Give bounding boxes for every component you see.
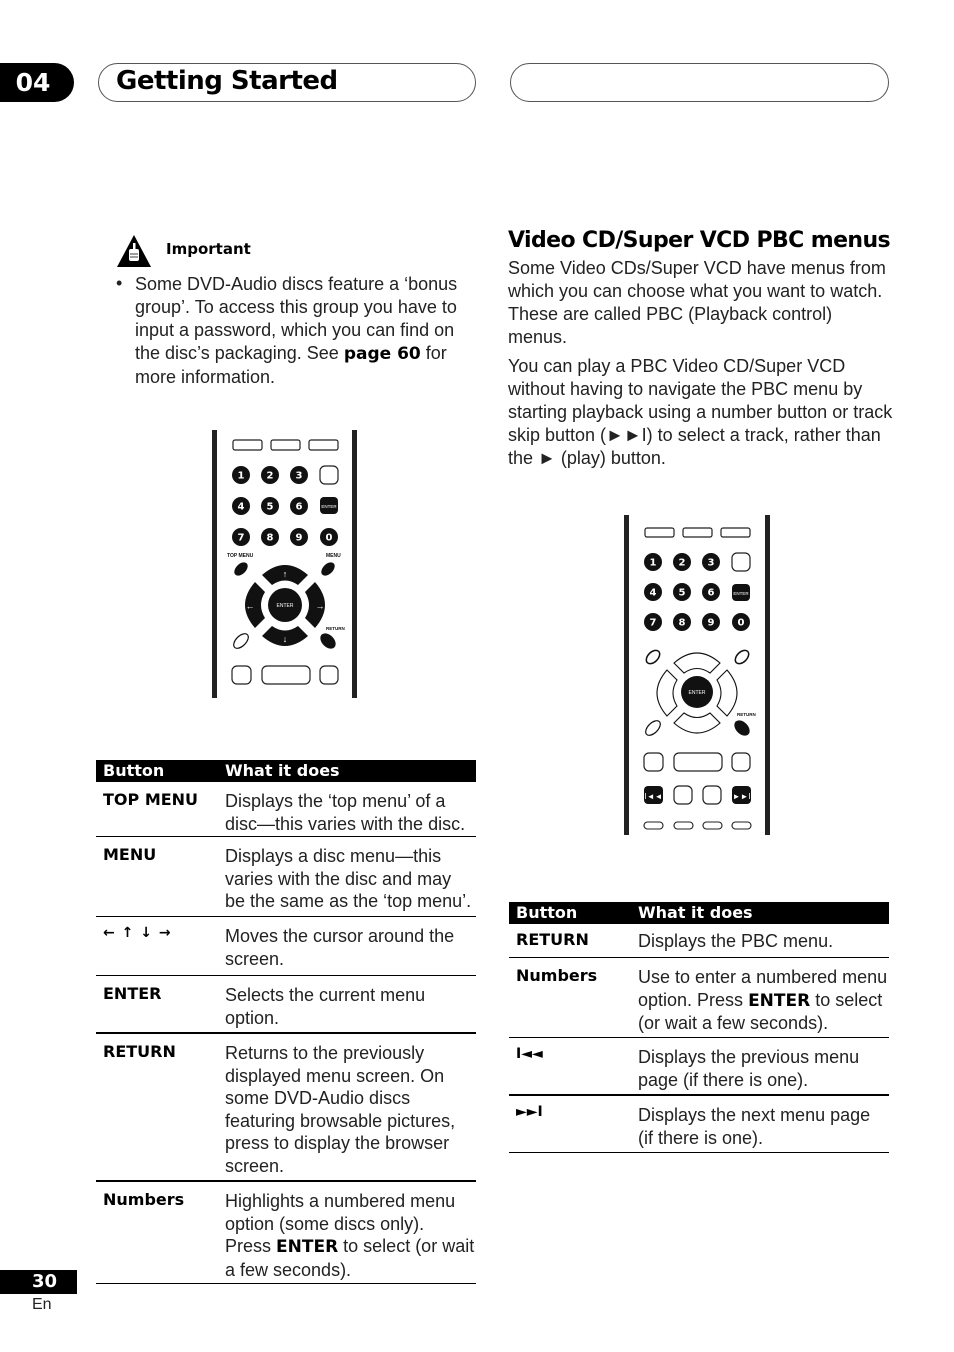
number-key-label: 8 [267, 533, 274, 544]
number-key-label: 3 [296, 471, 303, 482]
row-description: Moves the cursor around the screen. [225, 926, 455, 969]
desc-bold: ENTER [748, 990, 811, 1011]
section-paragraph-2: You can play a PBC Video CD/Super VCD wi… [508, 356, 893, 468]
row-description: Highlights a numbered menu option (some … [225, 1190, 475, 1281]
enter-center-label: ENTER [277, 603, 294, 609]
header-what-it-does: What it does [638, 903, 753, 922]
section-heading: Video CD/Super VCD PBC menus [508, 228, 891, 253]
return-label: RETURN [737, 712, 756, 717]
header-button: Button [103, 761, 165, 780]
left-button-table: Button What it does TOP MENU Displays th… [96, 760, 476, 1285]
chapter-title-pill: Getting Started [98, 63, 476, 102]
bullet-marker: • [116, 273, 123, 293]
svg-text:←: ← [246, 601, 255, 611]
number-key-label: 3 [708, 558, 715, 569]
section-paragraph-1: Some Video CDs/Super VCD have menus from… [508, 258, 886, 347]
enter-center-label: ENTER [689, 690, 706, 696]
row-button: TOP MENU [103, 790, 199, 809]
row-button: MENU [103, 845, 157, 864]
row-description: Use to enter a numbered menu option. Pre… [638, 966, 888, 1035]
remote-top-button [232, 439, 263, 451]
number-key-label: 1 [238, 471, 245, 482]
number-key-label: 2 [267, 471, 274, 482]
svg-text:→: → [316, 601, 325, 611]
menu-key [321, 562, 335, 576]
table-header: Button What it does [96, 760, 476, 782]
header-what-it-does: What it does [225, 761, 340, 780]
number-key-label: 8 [679, 618, 686, 629]
table-row: RETURN Returns to the previously display… [96, 1034, 476, 1182]
table-row: ►►I Displays the next menu page (if ther… [509, 1096, 889, 1153]
number-key-label: 6 [708, 588, 715, 599]
right-button-table: Button What it does RETURN Displays the … [509, 902, 889, 1154]
table-header: Button What it does [509, 902, 889, 924]
number-key-label: 5 [679, 588, 686, 599]
warning-hand-icon [117, 235, 151, 267]
row-description: Displays the previous menu page (if ther… [638, 1047, 860, 1090]
desc-bold: ENTER [276, 1237, 339, 1258]
row-button: ENTER [103, 984, 162, 1003]
table-row: ← ↑ ↓ → Moves the cursor around the scre… [96, 917, 476, 976]
row-description: Displays a disc menu—this varies with th… [225, 846, 472, 912]
remote-top-button [270, 439, 301, 451]
top-menu-label: TOP MENU [227, 553, 254, 559]
enter-small-label: ENTER [733, 591, 749, 596]
table-row: RETURN Displays the PBC menu. [509, 924, 889, 958]
return-key [734, 720, 750, 736]
row-description: Selects the current menu option. [225, 985, 426, 1028]
table-row: Numbers Use to enter a numbered menu opt… [509, 958, 889, 1038]
table-row: TOP MENU Displays the ‘top menu’ of a di… [96, 782, 476, 837]
important-note: Some DVD-Audio discs feature a ‘bonus gr… [135, 273, 480, 389]
number-key-label: 7 [650, 618, 657, 629]
number-key-label: 5 [267, 502, 274, 513]
header-right-pill [510, 63, 889, 102]
number-key-label: 0 [326, 533, 333, 544]
page-reference-link[interactable]: page 60 [344, 344, 421, 364]
number-key-label: 1 [650, 558, 657, 569]
previous-track-icon: I◄◄ [516, 1046, 543, 1062]
row-button: Numbers [103, 1190, 185, 1209]
number-key-label: 9 [708, 618, 715, 629]
remote-illustration-left: 1 2 3 4 5 6 7 8 9 0 ENTER TOP MENU MENU ↑ ↓ ← → E… [210, 430, 360, 698]
chapter-title: Getting Started [116, 66, 338, 96]
svg-text:↓: ↓ [283, 634, 288, 644]
table-row: I◄◄ Displays the previous menu page (if … [509, 1038, 889, 1096]
row-button: RETURN [103, 1042, 176, 1061]
language-code: En [32, 1296, 52, 1313]
number-key-label: 9 [296, 533, 303, 544]
row-description: Displays the ‘top menu’ of a disc—this v… [225, 791, 466, 834]
important-label: Important [166, 240, 251, 258]
number-key-label: 4 [238, 502, 245, 513]
remote-illustration-right: 1 2 3 4 5 6 7 8 9 0 ENTER ENTER RETURN I◄◄ ►►I [622, 515, 774, 835]
return-key [320, 633, 336, 649]
number-key-label: 4 [650, 588, 657, 599]
svg-text:↑: ↑ [283, 569, 288, 579]
row-description: Displays the next menu page (if there is… [638, 1105, 871, 1148]
number-key-label: 6 [296, 502, 303, 513]
row-button: RETURN [516, 930, 589, 949]
enter-small-label: ENTER [321, 504, 337, 509]
next-track-icon: ►►I [732, 792, 750, 801]
table-row: ENTER Selects the current menu option. [96, 976, 476, 1034]
arrow-keys-icon: ← ↑ ↓ → [103, 925, 172, 941]
number-key-label: 2 [679, 558, 686, 569]
row-description: Displays the PBC menu. [638, 931, 834, 951]
row-button: Numbers [516, 966, 598, 985]
next-track-icon: ►►I [516, 1104, 543, 1120]
number-key-label: 0 [738, 618, 745, 629]
header-button: Button [516, 903, 578, 922]
table-row: MENU Displays a disc menu—this varies wi… [96, 837, 476, 917]
return-label: RETURN [326, 626, 345, 631]
number-key-label: 7 [238, 533, 245, 544]
remote-top-button [308, 439, 339, 451]
top-menu-key [234, 562, 248, 576]
menu-label: MENU [326, 553, 341, 559]
previous-track-icon: I◄◄ [644, 792, 662, 801]
chapter-number-tab: 04 [0, 63, 74, 102]
table-row: Numbers Highlights a numbered menu optio… [96, 1182, 476, 1284]
page-number: 30 [0, 1270, 77, 1294]
row-description: Returns to the previously displayed menu… [225, 1043, 456, 1176]
